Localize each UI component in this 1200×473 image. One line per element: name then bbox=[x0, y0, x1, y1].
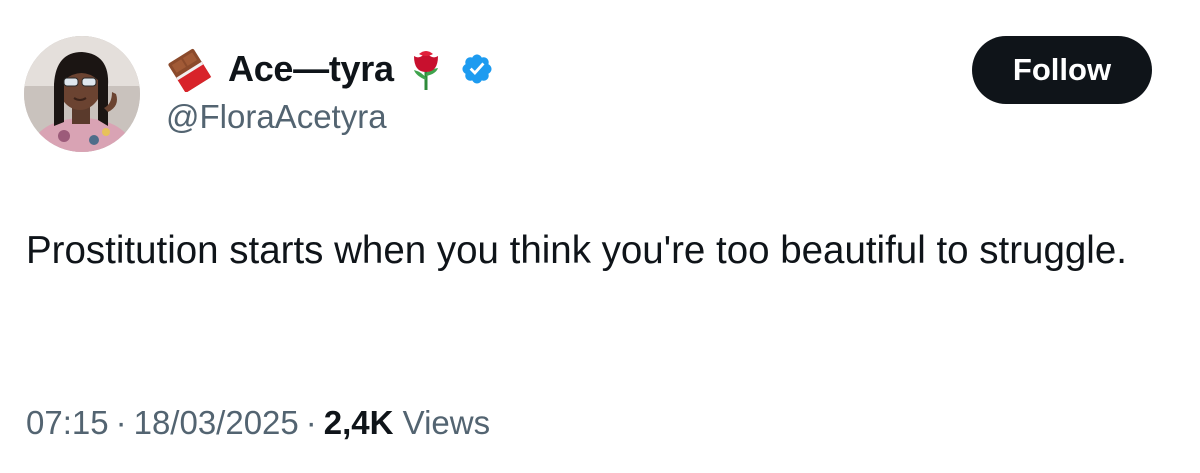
display-name[interactable]: Ace—tyra bbox=[228, 48, 394, 90]
name-row[interactable]: Ace—tyra bbox=[166, 46, 494, 93]
avatar-image bbox=[24, 36, 140, 152]
avatar[interactable] bbox=[24, 36, 140, 152]
views-label: Views bbox=[402, 404, 491, 441]
tweet-text: Prostitution starts when you think you'r… bbox=[26, 229, 1127, 272]
author-header: Ace—tyra @FloraAcetyra bbox=[166, 46, 494, 136]
meta-separator: · bbox=[305, 404, 317, 441]
tweet-meta: 07:15 · 18/03/2025 · 2,4K Views bbox=[26, 404, 490, 442]
verified-badge-icon[interactable] bbox=[460, 52, 494, 86]
chocolate-bar-icon bbox=[166, 46, 218, 93]
follow-button[interactable]: Follow bbox=[972, 36, 1152, 104]
views-count[interactable]: 2,4K bbox=[324, 404, 394, 441]
tweet-card: Ace—tyra @FloraAcetyra Follow Prostituti… bbox=[0, 0, 1200, 473]
meta-separator: · bbox=[115, 404, 127, 441]
tweet-date[interactable]: 18/03/2025 bbox=[134, 404, 299, 441]
rose-icon bbox=[408, 46, 444, 92]
author-handle[interactable]: @FloraAcetyra bbox=[166, 98, 494, 136]
tweet-time[interactable]: 07:15 bbox=[26, 404, 109, 441]
